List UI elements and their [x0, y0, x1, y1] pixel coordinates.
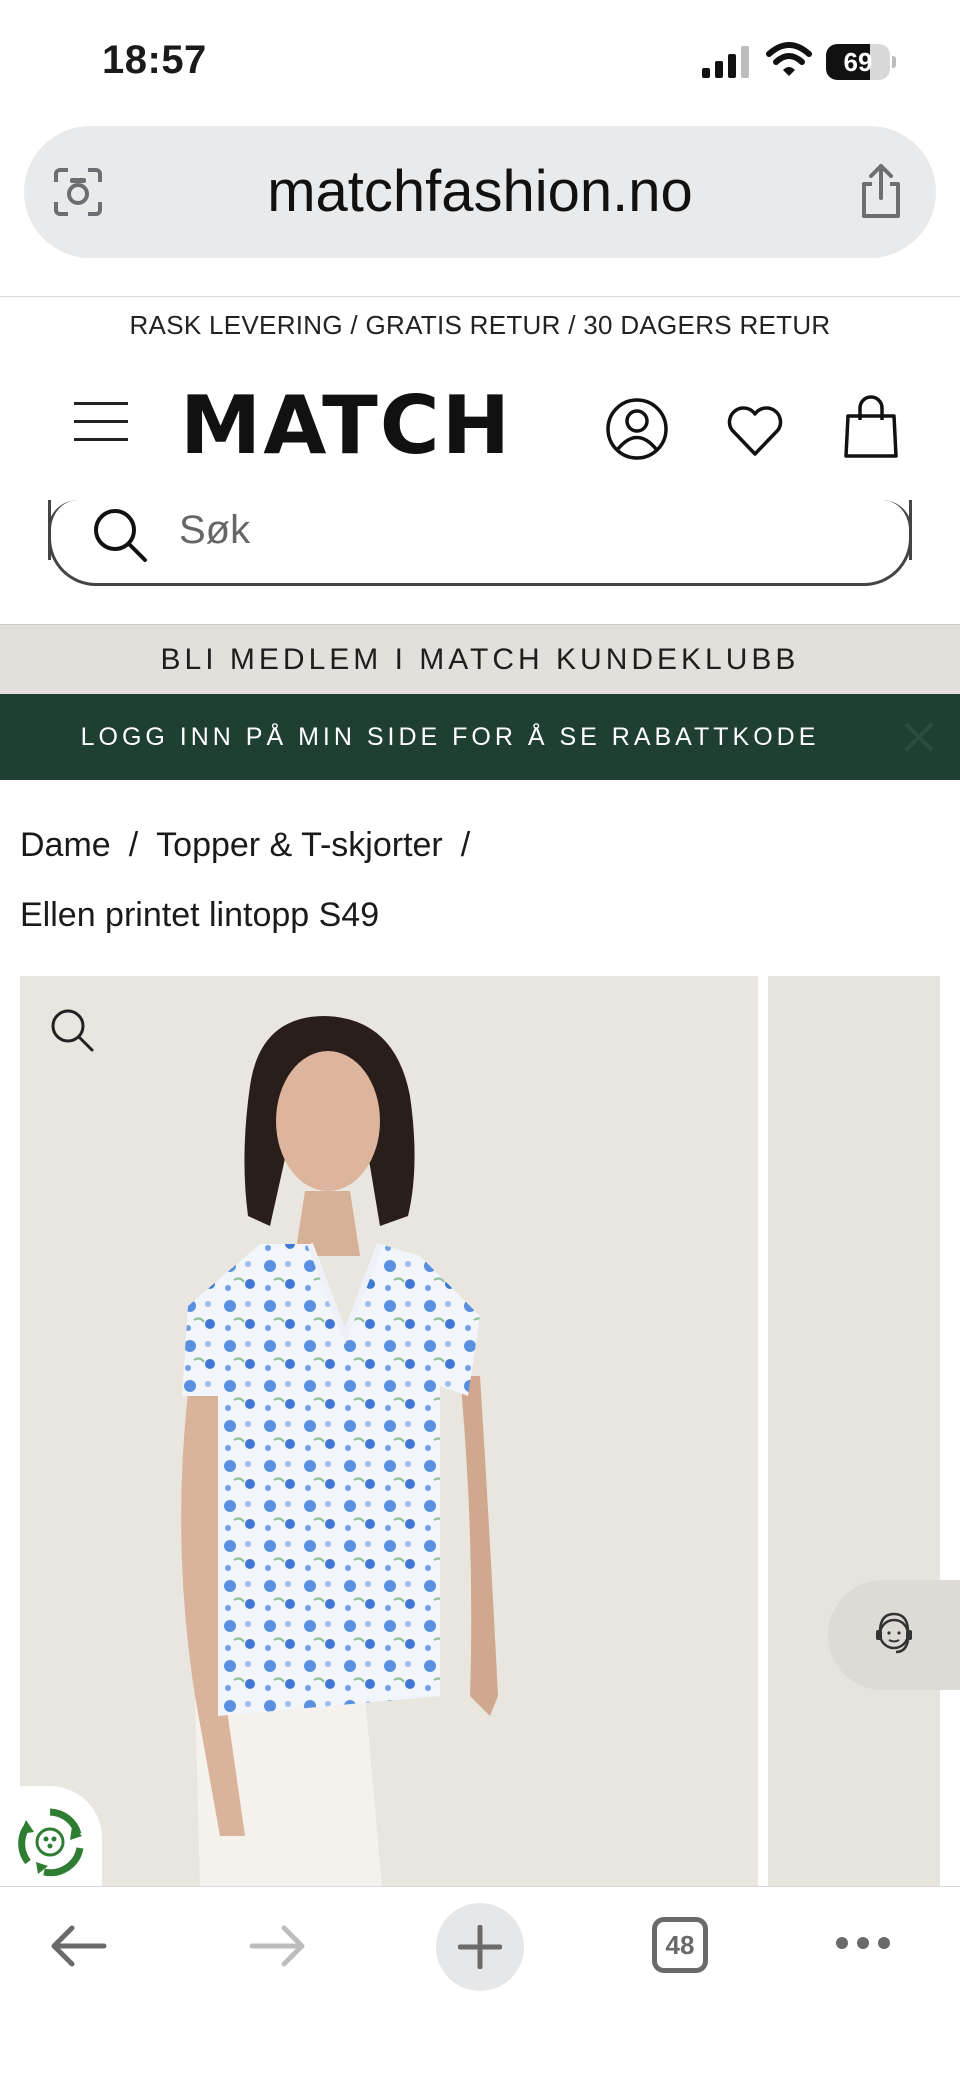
share-icon[interactable]	[854, 162, 908, 220]
search-input[interactable]: Søk	[179, 508, 250, 553]
new-tab-button[interactable]	[436, 1903, 524, 1991]
tabs-button[interactable]: 48	[652, 1917, 708, 1973]
status-time: 18:57	[102, 38, 207, 82]
battery-indicator: 69	[826, 44, 896, 80]
divider	[0, 296, 960, 297]
url-text: matchfashion.no	[267, 159, 693, 224]
customer-service-chat-button[interactable]	[828, 1580, 960, 1690]
bag-icon[interactable]	[838, 394, 904, 460]
club-banner[interactable]: BLI MEDLEM I MATCH KUNDEKLUBB	[0, 624, 960, 694]
wifi-icon	[766, 42, 812, 76]
search-icon	[94, 509, 147, 562]
battery-level: 69	[843, 47, 873, 77]
product-photo	[181, 1016, 498, 1886]
headset-agent-icon	[876, 1612, 912, 1654]
heart-icon[interactable]	[722, 398, 788, 464]
back-arrow-icon[interactable]	[48, 1923, 108, 1969]
breadcrumb-current: Ellen printet lintopp S49	[20, 896, 380, 934]
search-box[interactable]: Søk	[48, 500, 912, 586]
close-icon[interactable]	[904, 722, 934, 752]
more-options-icon[interactable]	[834, 1935, 892, 1951]
recycle-icon	[18, 1808, 84, 1877]
breadcrumb-item-topper[interactable]: Topper & T-skjorter	[156, 826, 443, 865]
forward-arrow-icon[interactable]	[248, 1923, 308, 1969]
address-bar[interactable]: matchfashion.no	[24, 126, 936, 258]
site-logo[interactable]: MATCH	[180, 386, 527, 466]
eco-badge[interactable]	[0, 1786, 102, 1888]
breadcrumb-separator: /	[460, 826, 471, 864]
login-banner-text: LOGG INN PÅ MIN SIDE FOR Å SE RABATTKODE	[80, 723, 820, 751]
breadcrumb: Dame / Topper & T-skjorter /	[20, 826, 488, 865]
breadcrumb-item-dame[interactable]: Dame	[20, 826, 111, 865]
next-product-image[interactable]	[768, 976, 940, 1886]
account-icon[interactable]	[604, 396, 670, 462]
promo-line: RASK LEVERING / GRATIS RETUR / 30 DAGERS…	[129, 310, 831, 340]
status-bar: 18:57 69	[0, 0, 960, 118]
zoom-icon[interactable]	[48, 1006, 96, 1054]
menu-icon[interactable]	[74, 400, 128, 444]
product-gallery[interactable]	[20, 976, 960, 1886]
login-banner[interactable]: LOGG INN PÅ MIN SIDE FOR Å SE RABATTKODE	[0, 694, 960, 780]
browser-toolbar: 48	[0, 1886, 960, 2078]
product-image[interactable]	[20, 976, 758, 1886]
breadcrumb-separator: /	[128, 826, 139, 864]
cellular-signal-icon	[702, 46, 749, 78]
plus-icon	[458, 1925, 502, 1969]
